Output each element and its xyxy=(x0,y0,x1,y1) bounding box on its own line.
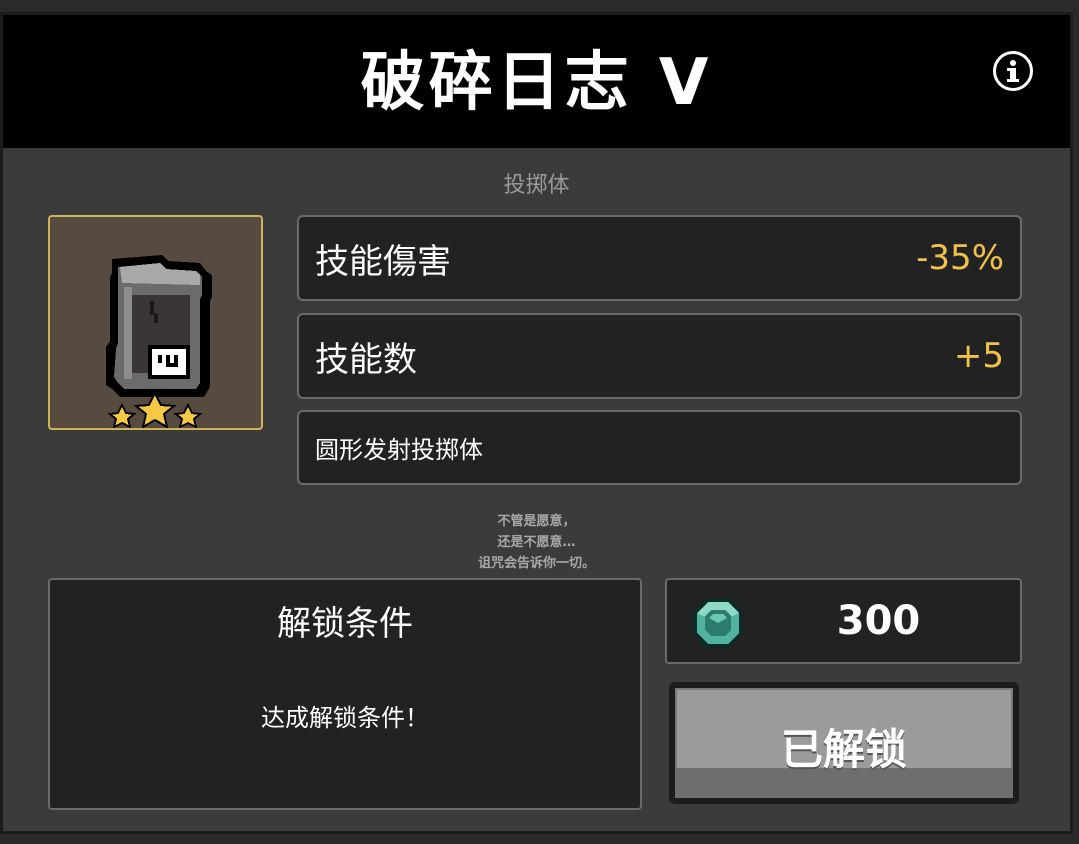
stat-value: -35% xyxy=(916,238,1004,278)
description-box: 圆形发射投掷体 xyxy=(297,410,1022,485)
stat-value: +5 xyxy=(953,336,1004,376)
price-amount: 300 xyxy=(836,598,921,644)
gem-icon xyxy=(693,598,743,648)
flavor-line: 还是不愿意… xyxy=(497,535,576,550)
stat-label: 技能数 xyxy=(315,339,417,380)
description-text: 圆形发射投掷体 xyxy=(315,436,483,464)
star-rating xyxy=(107,390,203,430)
flavor-line: 诅咒会告诉你一切。 xyxy=(477,556,595,571)
unlock-condition-box: 解锁条件 达成解锁条件！ xyxy=(48,578,642,810)
flavor-text: 不管是愿意， 还是不愿意… 诅咒会告诉你一切。 xyxy=(3,511,1070,574)
unlocked-button-label: 已解锁 xyxy=(780,725,907,774)
item-category: 投掷体 xyxy=(503,173,570,198)
stat-row-skill-damage: 技能傷害 -35% xyxy=(297,215,1022,301)
info-icon xyxy=(1007,60,1019,82)
item-detail-panel: 破碎日志 V 投掷体 技能傷害 -35% 技能数 +5 圆形发射投掷体 不管是愿… xyxy=(0,12,1073,834)
flavor-line: 不管是愿意， xyxy=(497,514,576,529)
stat-row-skill-count: 技能数 +5 xyxy=(297,313,1022,399)
unlock-text: 达成解锁条件！ xyxy=(261,704,429,732)
item-title: 破碎日志 V xyxy=(360,46,713,120)
unlock-title: 解锁条件 xyxy=(277,604,413,644)
info-button[interactable] xyxy=(993,51,1033,91)
price-box: 300 xyxy=(665,578,1022,664)
title-bar: 破碎日志 V xyxy=(3,15,1070,148)
broken-journal-icon xyxy=(106,255,212,430)
stat-label: 技能傷害 xyxy=(315,241,451,282)
item-icon-frame xyxy=(48,215,263,430)
unlocked-button[interactable]: 已解锁 xyxy=(669,682,1019,804)
